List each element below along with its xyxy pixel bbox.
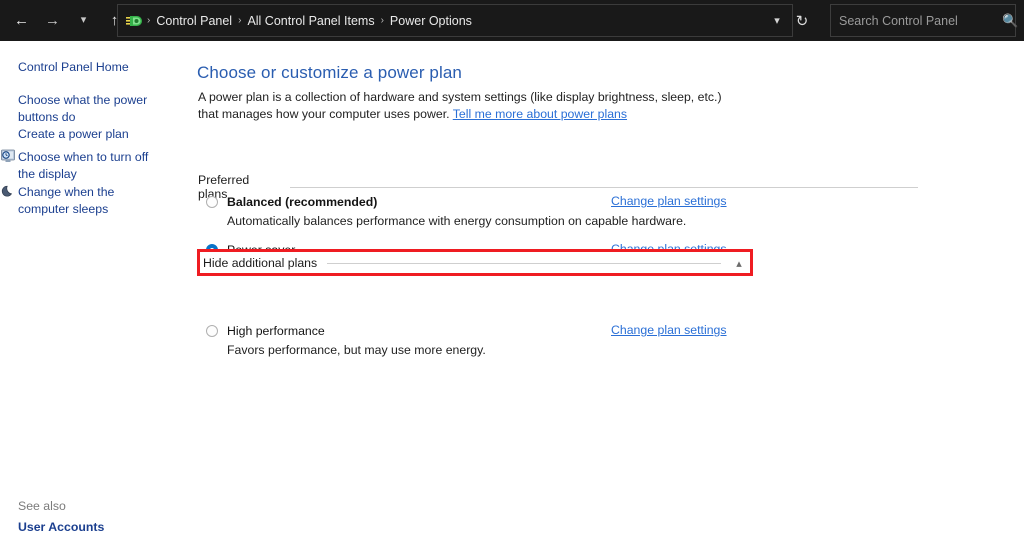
navigation-buttons: ← → ▾ ↑ (0, 0, 130, 41)
breadcrumb-bar[interactable]: › Control Panel › All Control Panel Item… (117, 4, 793, 37)
plan-description: Favors performance, but may use more ene… (227, 343, 486, 357)
sidebar: Control Panel Home Choose what the power… (0, 41, 188, 542)
breadcrumb-item-power-options[interactable]: Power Options (386, 14, 476, 28)
sidebar-item-user-accounts[interactable]: User Accounts (18, 519, 104, 536)
refresh-icon[interactable]: ↻ (786, 4, 818, 37)
search-icon[interactable]: 🔍 (1002, 13, 1018, 29)
page-title: Choose or customize a power plan (197, 63, 462, 82)
breadcrumb-item-all-control-panel-items[interactable]: All Control Panel Items (243, 14, 378, 28)
section-divider (289, 186, 918, 188)
sidebar-item-choose-when-to-turn-off-display[interactable]: Choose when to turn off the display (18, 149, 168, 182)
plan-description: Automatically balances performance with … (227, 214, 687, 228)
search-box[interactable]: 🔍 (830, 4, 1018, 37)
radio-balanced[interactable] (206, 196, 218, 208)
hide-additional-plans-label: Hide additional plans (203, 256, 318, 270)
section-divider (327, 262, 721, 264)
sidebar-item-choose-what-power-buttons-do[interactable]: Choose what the power buttons do (18, 92, 168, 125)
see-also-label: See also (18, 499, 66, 513)
main-content: Choose or customize a power plan A power… (188, 41, 1024, 542)
chevron-up-icon[interactable]: ▴ (731, 257, 747, 270)
breadcrumb-separator-1: › (238, 15, 242, 26)
change-plan-settings-high-performance[interactable]: Change plan settings (611, 323, 727, 337)
sidebar-item-control-panel-home[interactable]: Control Panel Home (18, 59, 129, 76)
breadcrumb-item-control-panel[interactable]: Control Panel (152, 14, 236, 28)
page-description: A power plan is a collection of hardware… (198, 89, 743, 122)
display-clock-icon (1, 149, 15, 163)
sidebar-item-change-when-computer-sleeps[interactable]: Change when the computer sleeps (18, 184, 168, 217)
plan-name: High performance (227, 324, 325, 338)
breadcrumb-separator-0: › (147, 15, 151, 26)
hide-additional-plans-toggle[interactable]: Hide additional plans ▴ (203, 256, 747, 270)
tell-me-more-link[interactable]: Tell me more about power plans (453, 107, 627, 121)
search-input[interactable] (831, 12, 1002, 29)
change-plan-settings-balanced[interactable]: Change plan settings (611, 194, 727, 208)
control-panel-power-icon (125, 12, 143, 30)
forward-button[interactable]: → (37, 0, 68, 41)
radio-high-performance[interactable] (206, 325, 218, 337)
moon-sleep-icon (1, 184, 15, 198)
back-button[interactable]: ← (6, 0, 37, 41)
recent-locations-button[interactable]: ▾ (68, 0, 99, 41)
breadcrumb-separator-2: › (380, 15, 384, 26)
sidebar-item-create-a-power-plan[interactable]: Create a power plan (18, 126, 129, 143)
plan-name: Balanced (recommended) (227, 195, 378, 209)
